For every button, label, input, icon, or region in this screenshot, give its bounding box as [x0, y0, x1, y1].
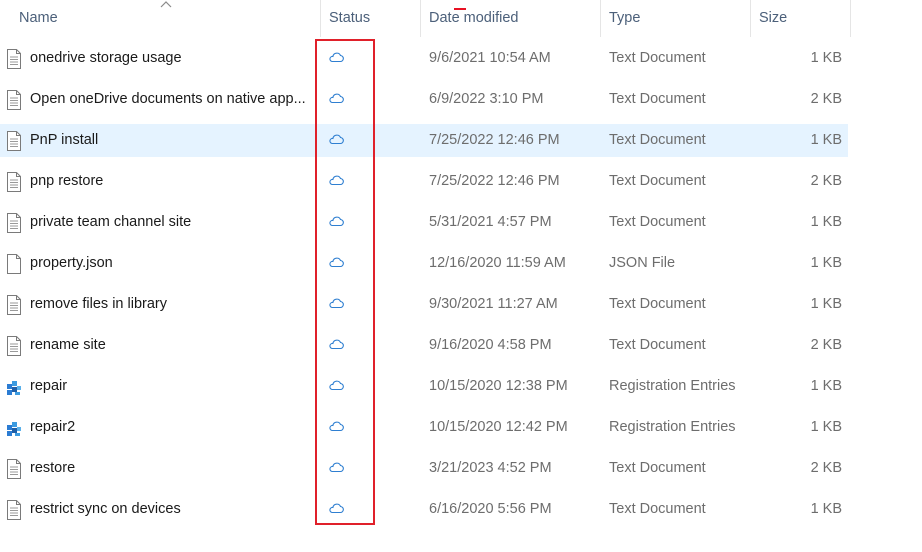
file-type: JSON File [609, 255, 676, 271]
file-date-modified: 12/16/2020 11:59 AM [429, 255, 566, 271]
file-row[interactable]: repair2 10/15/2020 12:42 PM Registration E… [0, 411, 848, 444]
text-document-icon [6, 49, 22, 69]
file-size: 1 KB [810, 255, 842, 271]
column-header-size[interactable]: Size [759, 0, 787, 37]
file-name[interactable]: restrict sync on devices [30, 493, 315, 526]
file-name[interactable]: restore [30, 452, 315, 485]
file-row[interactable]: remove files in library 9/30/2021 11:27 A… [0, 288, 848, 321]
file-row[interactable]: PnP install 7/25/2022 12:46 PM Text Docume… [0, 124, 848, 157]
column-divider[interactable] [850, 0, 851, 37]
file-date-modified: 3/21/2023 4:52 PM [429, 460, 552, 476]
file-size: 1 KB [810, 501, 842, 517]
file-size: 1 KB [810, 419, 842, 435]
file-row[interactable]: Open oneDrive documents on native app...… [0, 83, 848, 116]
file-row[interactable]: restore 3/21/2023 4:52 PM Text Document 2 K… [0, 452, 848, 485]
column-header-bar: Name Status Date modified Type Size [0, 0, 922, 37]
column-divider[interactable] [420, 0, 421, 37]
file-date-modified: 9/6/2021 10:54 AM [429, 50, 551, 66]
text-document-icon [6, 213, 22, 233]
file-size: 1 KB [810, 132, 842, 148]
file-date-modified: 10/15/2020 12:42 PM [429, 419, 568, 435]
file-row[interactable]: property.json 12/16/2020 11:59 AM JSON Fil… [0, 247, 848, 280]
file-size: 2 KB [810, 173, 842, 189]
file-size: 2 KB [810, 91, 842, 107]
file-size: 1 KB [810, 50, 842, 66]
column-divider[interactable] [600, 0, 601, 37]
file-name[interactable]: pnp restore [30, 165, 315, 198]
file-type: Registration Entries [609, 378, 736, 394]
file-row[interactable]: rename site 9/16/2020 4:58 PM Text Documen… [0, 329, 848, 362]
file-name[interactable]: Open oneDrive documents on native app... [30, 83, 315, 116]
file-size: 1 KB [810, 214, 842, 230]
sort-ascending-icon [160, 1, 172, 8]
file-name[interactable]: onedrive storage usage [30, 42, 315, 75]
file-date-modified: 10/15/2020 12:38 PM [429, 378, 568, 394]
column-header-status[interactable]: Status [329, 0, 370, 37]
registry-file-icon [6, 377, 22, 397]
registry-file-icon [6, 418, 22, 438]
file-date-modified: 7/25/2022 12:46 PM [429, 173, 560, 189]
file-type: Text Document [609, 173, 706, 189]
file-date-modified: 7/25/2022 12:46 PM [429, 132, 560, 148]
file-name[interactable]: property.json [30, 247, 315, 280]
status-column-highlight [315, 39, 375, 525]
column-header-date-modified[interactable]: Date modified [429, 0, 518, 37]
file-name[interactable]: rename site [30, 329, 315, 362]
file-type: Text Document [609, 501, 706, 517]
file-size: 1 KB [810, 296, 842, 312]
column-header-name[interactable]: Name [19, 0, 58, 37]
file-size: 1 KB [810, 378, 842, 394]
column-divider[interactable] [320, 0, 321, 37]
file-date-modified: 6/9/2022 3:10 PM [429, 91, 544, 107]
file-name[interactable]: private team channel site [30, 206, 315, 239]
column-header-type[interactable]: Type [609, 0, 640, 37]
text-document-icon [6, 172, 22, 192]
file-size: 2 KB [810, 460, 842, 476]
text-document-icon [6, 90, 22, 110]
file-row[interactable]: private team channel site 5/31/2021 4:57 … [0, 206, 848, 239]
file-size: 2 KB [810, 337, 842, 353]
file-type: Registration Entries [609, 419, 736, 435]
text-document-icon [6, 131, 22, 151]
file-row[interactable]: pnp restore 7/25/2022 12:46 PM Text Docume… [0, 165, 848, 198]
file-type: Text Document [609, 337, 706, 353]
file-date-modified: 5/31/2021 4:57 PM [429, 214, 552, 230]
text-document-icon [6, 500, 22, 520]
text-document-icon [6, 336, 22, 356]
file-row[interactable]: onedrive storage usage 9/6/2021 10:54 AM T… [0, 42, 848, 75]
file-row[interactable]: restrict sync on devices 6/16/2020 5:56 P… [0, 493, 848, 526]
text-document-icon [6, 295, 22, 315]
file-name[interactable]: repair [30, 370, 315, 403]
annotation-mark [454, 8, 466, 10]
blank-file-icon [6, 254, 22, 274]
text-document-icon [6, 459, 22, 479]
file-type: Text Document [609, 132, 706, 148]
file-type: Text Document [609, 296, 706, 312]
column-divider[interactable] [750, 0, 751, 37]
file-type: Text Document [609, 460, 706, 476]
file-name[interactable]: remove files in library [30, 288, 315, 321]
file-type: Text Document [609, 91, 706, 107]
file-date-modified: 6/16/2020 5:56 PM [429, 501, 552, 517]
file-date-modified: 9/16/2020 4:58 PM [429, 337, 552, 353]
file-row[interactable]: repair 10/15/2020 12:38 PM Registration En… [0, 370, 848, 403]
file-name[interactable]: PnP install [30, 124, 315, 157]
file-type: Text Document [609, 214, 706, 230]
file-date-modified: 9/30/2021 11:27 AM [429, 296, 558, 312]
file-type: Text Document [609, 50, 706, 66]
file-name[interactable]: repair2 [30, 411, 315, 444]
